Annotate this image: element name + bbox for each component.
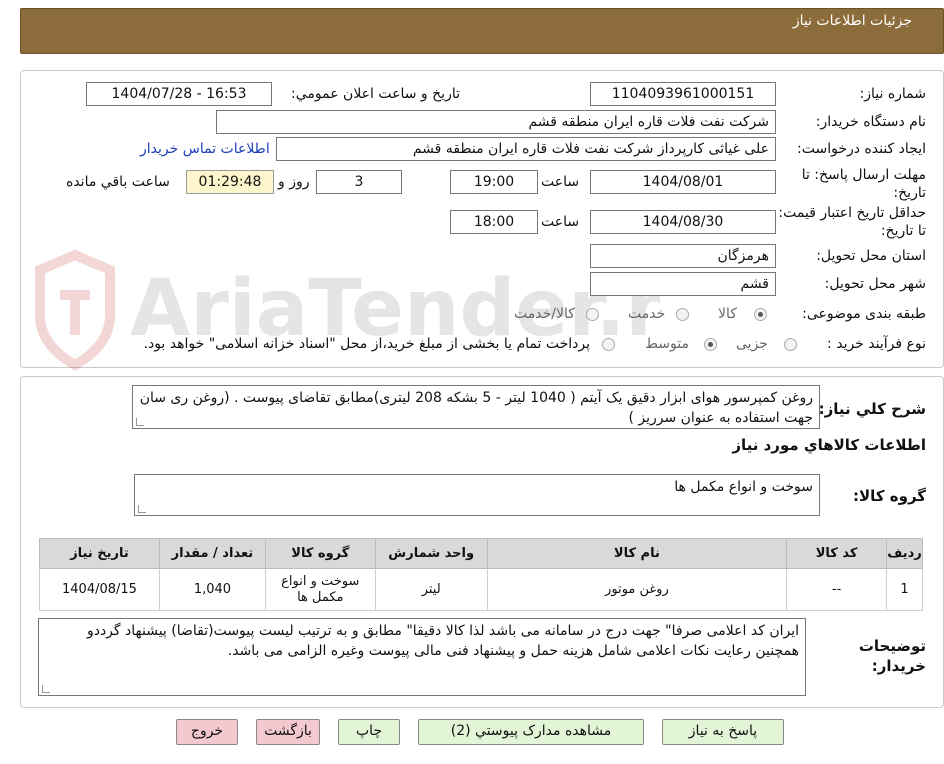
process-minor-radio[interactable] <box>784 338 797 351</box>
province-label: استان محل تحویل: <box>816 248 926 264</box>
validity-time-field: 18:00 <box>450 210 538 234</box>
treasury-checkbox[interactable] <box>602 338 615 351</box>
print-button[interactable]: چاپ <box>338 719 400 745</box>
process-medium-label: متوسط <box>645 336 689 352</box>
col-name: نام کالا <box>486 538 788 569</box>
cell-name: روغن موتور <box>486 568 788 611</box>
category-goods-label: کالا <box>718 306 737 322</box>
goods-group-text: سوخت و انواع مکمل ها <box>674 479 813 495</box>
process-minor-label: جزیی <box>736 336 768 352</box>
resize-grip-icon <box>138 505 146 513</box>
remaining-label: ساعت باقي مانده <box>66 174 170 190</box>
resize-grip-icon <box>136 418 144 426</box>
province-field: هرمزگان <box>590 244 776 268</box>
cell-quantity: 1,040 <box>158 568 266 611</box>
category-service-label: خدمت <box>628 306 666 322</box>
buyer-org-field: شرکت نفت فلات قاره ایران منطقه قشم <box>216 110 776 134</box>
col-unit: واحد شمارش <box>374 538 488 569</box>
requester-label: ایجاد کننده درخواست: <box>797 141 926 157</box>
goods-info-title: اطلاعات کالاهاي مورد نیاز <box>732 436 926 454</box>
need-number-label: شماره نیاز: <box>859 86 927 102</box>
deadline-date-field: 1404/08/01 <box>590 170 776 194</box>
category-both-label: کالا/خدمت <box>514 306 575 322</box>
col-quantity: تعداد / مقدار <box>158 538 266 569</box>
category-goods-radio[interactable] <box>754 308 767 321</box>
summary-textarea: روغن کمپرسور هوای ابزار دقیق یک آیتم ( 1… <box>132 385 820 429</box>
category-both-radio[interactable] <box>586 308 599 321</box>
days-field: 3 <box>316 170 402 194</box>
cell-row: 1 <box>886 568 923 611</box>
announce-label: تاریخ و ساعت اعلان عمومي: <box>291 86 460 102</box>
notes-textarea: ایران کد اعلامی صرفا" جهت درج در سامانه … <box>38 618 806 696</box>
notes-text: ایران کد اعلامی صرفا" جهت درج در سامانه … <box>86 623 799 659</box>
summary-text: روغن کمپرسور هوای ابزار دقیق یک آیتم ( 1… <box>139 390 813 426</box>
city-field: قشم <box>590 272 776 296</box>
validity-time-label: ساعت <box>541 214 580 230</box>
process-medium-radio[interactable] <box>704 338 717 351</box>
reply-button[interactable]: پاسخ به نیاز <box>662 719 784 745</box>
cell-group: سوخت و انواع مکمل ها <box>264 568 376 611</box>
cell-date: 1404/08/15 <box>39 568 160 611</box>
notes-label: توضیحات خریدار: <box>858 637 926 675</box>
validity-date-field: 1404/08/30 <box>590 210 776 234</box>
category-service-radio[interactable] <box>676 308 689 321</box>
days-label: روز و <box>278 174 310 190</box>
page-title: جزئیات اطلاعات نیاز <box>792 13 912 29</box>
cell-unit: لیتر <box>374 568 488 611</box>
view-attachments-button[interactable]: مشاهده مدارک پیوستي (2) <box>418 719 644 745</box>
deadline-label: مهلت ارسال پاسخ: تا تاریخ: <box>801 167 926 201</box>
col-code: کد کالا <box>786 538 888 569</box>
deadline-time-field: 19:00 <box>450 170 538 194</box>
col-row: ردیف <box>886 538 923 569</box>
back-button[interactable]: بازگشت <box>256 719 320 745</box>
category-label: طبقه بندی موضوعی: <box>802 306 926 322</box>
need-number-field: 1104093961000151 <box>590 82 776 106</box>
deadline-time-label: ساعت <box>541 174 580 190</box>
cell-code: -- <box>786 568 888 611</box>
resize-grip-icon <box>42 685 50 693</box>
col-date: تاریخ نیاز <box>39 538 160 569</box>
exit-button[interactable]: خروج <box>176 719 238 745</box>
treasury-note: پرداخت تمام یا بخشی از مبلغ خرید،از محل … <box>143 336 590 352</box>
col-group: گروه کالا <box>264 538 376 569</box>
table-row: 1 -- روغن موتور لیتر سوخت و انواع مکمل ه… <box>39 568 923 611</box>
validity-label: حداقل تاریخ اعتبار قیمت: تا تاریخ: <box>778 205 926 239</box>
items-table: ردیف کد کالا نام کالا واحد شمارش گروه کا… <box>39 538 923 611</box>
announce-field: 1404/07/28 - 16:53 <box>86 82 272 106</box>
summary-label: شرح کلي نیاز: <box>818 400 926 418</box>
goods-group-label: گروه کالا: <box>853 487 926 505</box>
buyer-org-label: نام دستگاه خریدار: <box>815 114 926 130</box>
process-label: نوع فرآیند خرید : <box>827 336 926 352</box>
table-header-row: ردیف کد کالا نام کالا واحد شمارش گروه کا… <box>39 538 923 569</box>
requester-field: علی غیاثی کارپرداز شرکت نفت فلات قاره ای… <box>276 137 776 161</box>
city-label: شهر محل تحویل: <box>824 276 926 292</box>
remaining-timer: 01:29:48 <box>186 170 274 194</box>
goods-group-textarea: سوخت و انواع مکمل ها <box>134 474 820 516</box>
buyer-contact-link[interactable]: اطلاعات تماس خریدار <box>140 141 270 157</box>
